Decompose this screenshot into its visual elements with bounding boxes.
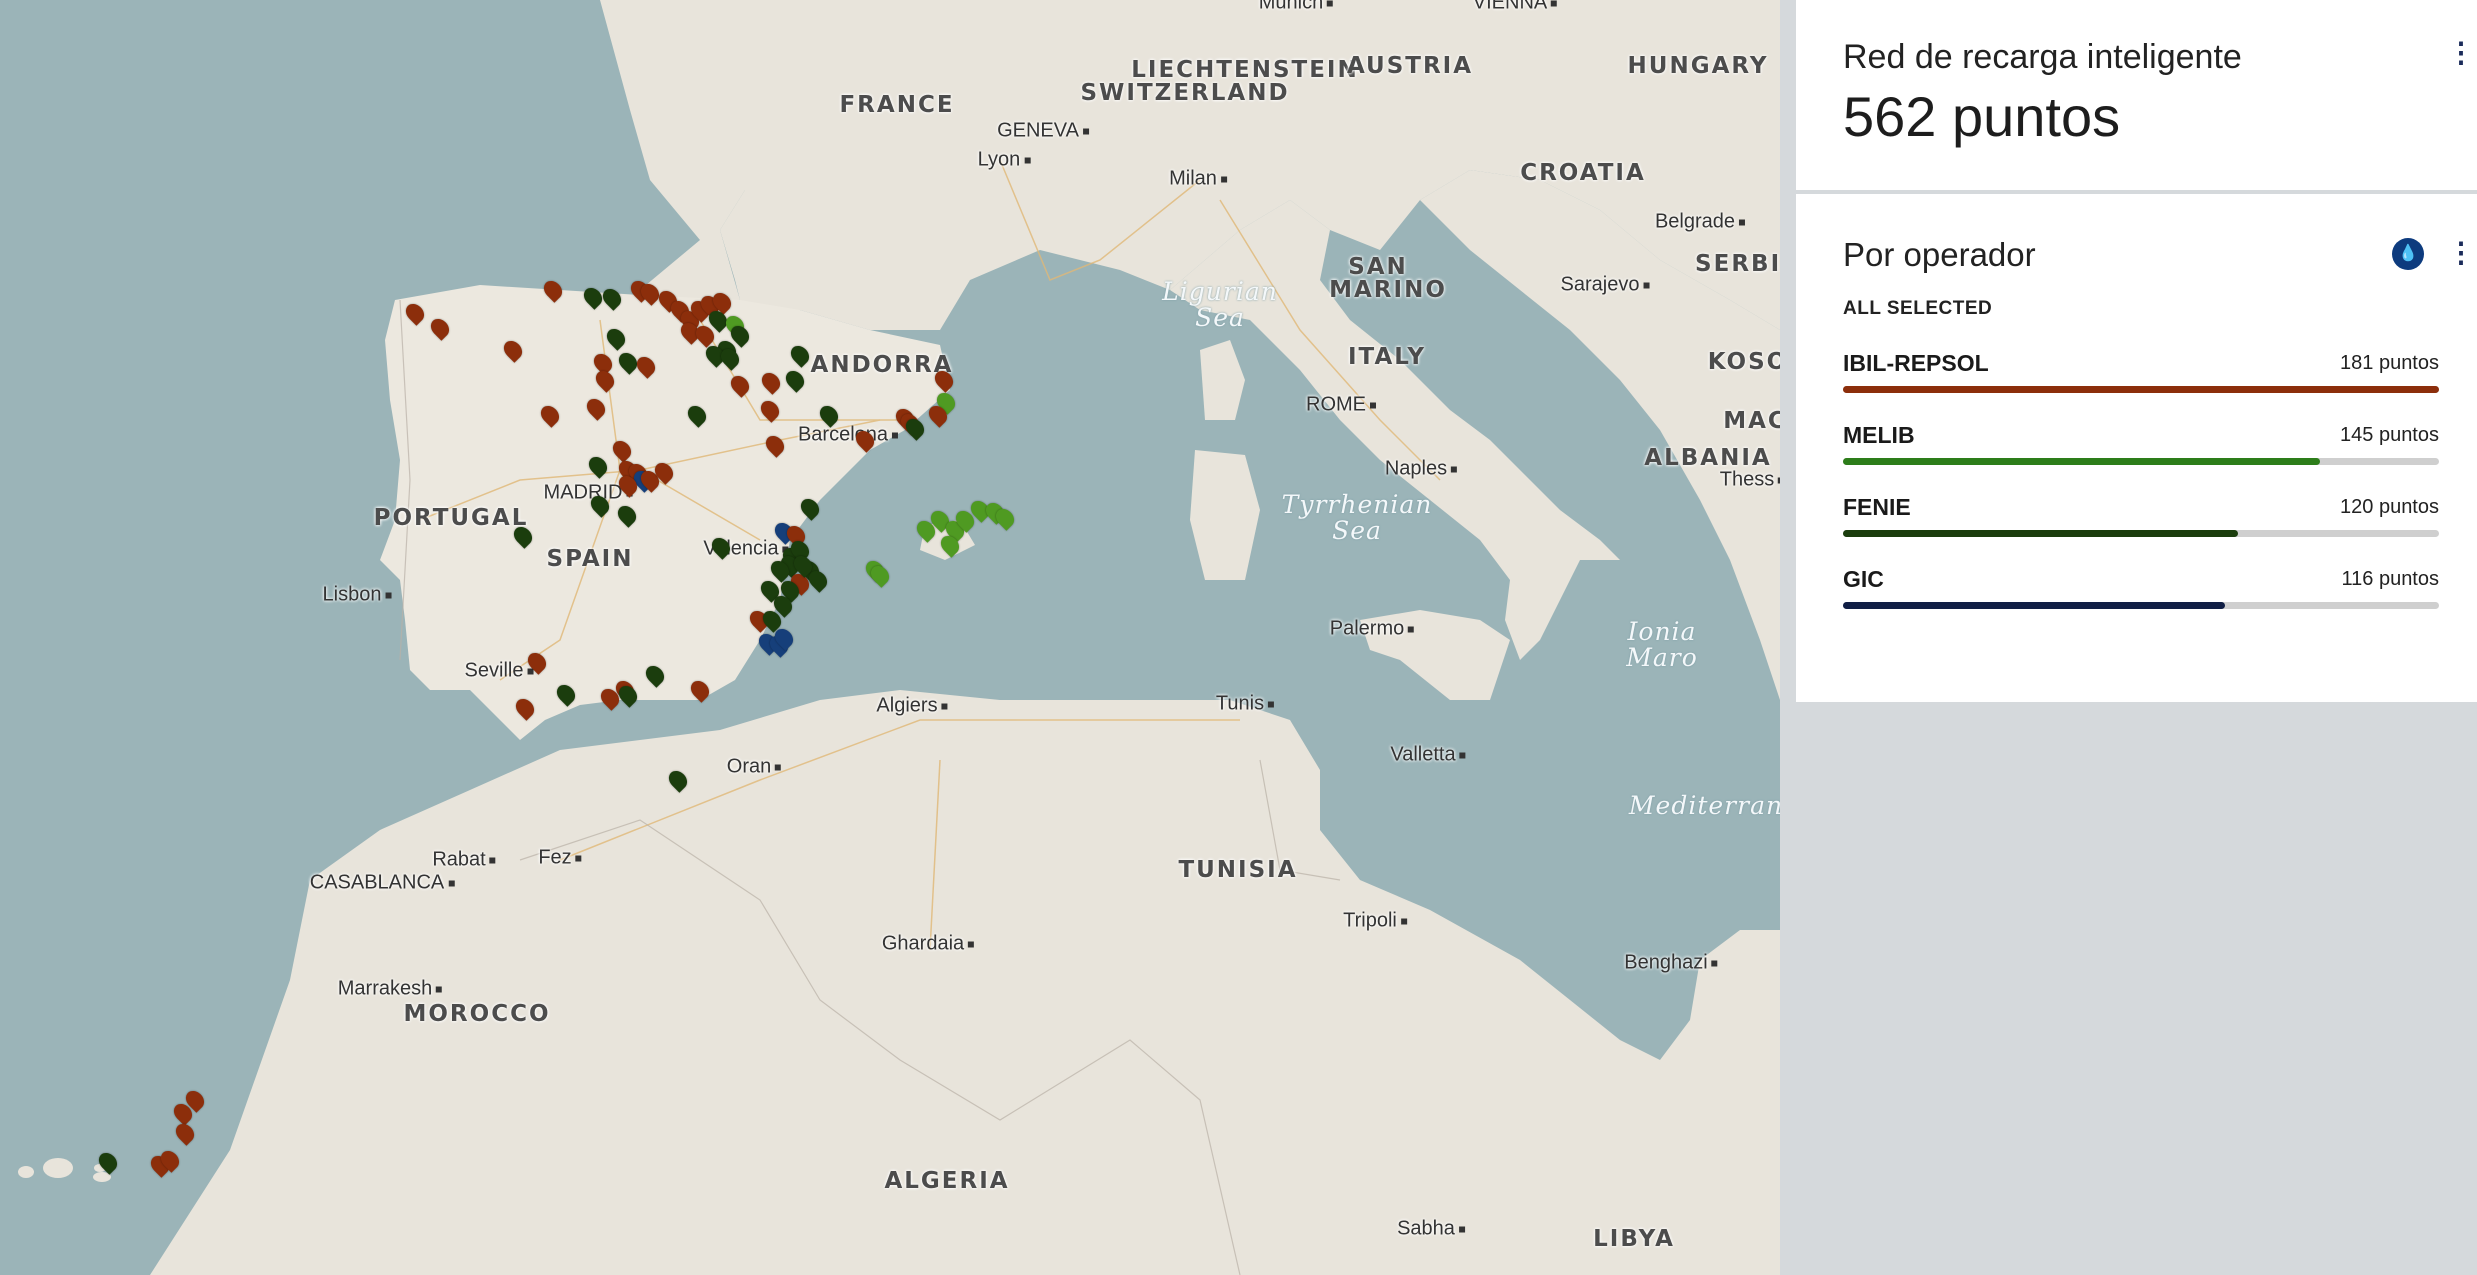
city-label: Sarajevo xyxy=(1561,274,1650,297)
country-label: CROATIA xyxy=(1520,160,1646,186)
operator-row[interactable]: IBIL-REPSOL 181 puntos xyxy=(1843,350,2439,400)
operator-bar-fill xyxy=(1843,602,2225,609)
city-label: Sabha xyxy=(1397,1218,1465,1241)
city-label: Lisbon xyxy=(323,584,392,607)
operator-count: 145 puntos xyxy=(2340,424,2439,446)
country-label: LIBYA xyxy=(1593,1226,1675,1252)
city-label: Palermo xyxy=(1330,618,1414,641)
operator-name: IBIL-REPSOL xyxy=(1843,350,1989,376)
sea-label: Ligurian Sea xyxy=(1162,279,1278,331)
city-label: Lyon xyxy=(978,149,1031,172)
operator-row[interactable]: MELIB 145 puntos xyxy=(1843,422,2439,472)
city-label: Oran xyxy=(727,756,781,779)
filter-state: ALL SELECTED xyxy=(1843,298,1993,319)
city-label: Munich xyxy=(1259,0,1333,15)
operator-bar-track xyxy=(1843,458,2439,465)
operator-count: 181 puntos xyxy=(2340,352,2439,374)
sea-label-line1: Ionia xyxy=(1627,617,1697,646)
sea-label: Ionia Maro xyxy=(1626,619,1698,671)
city-label: Ghardaia xyxy=(882,933,974,956)
operator-name: GIC xyxy=(1843,566,1884,592)
country-label: ALBANIA xyxy=(1644,445,1772,471)
country-label: SERBIA xyxy=(1695,251,1780,277)
total-value: 562 puntos xyxy=(1843,85,2121,148)
city-label: Milan xyxy=(1169,168,1227,191)
sea-label-line2: Sea xyxy=(1332,516,1382,545)
city-label: Fez xyxy=(538,847,581,870)
city-label: Barcelona xyxy=(798,424,898,447)
kebab-menu-icon[interactable]: ⋮ xyxy=(2447,38,2475,68)
country-label: MOROCCO xyxy=(403,1001,551,1027)
operator-count: 120 puntos xyxy=(2340,496,2439,518)
total-title: Red de recarga inteligente xyxy=(1843,38,2242,76)
city-label: Rabat xyxy=(432,849,495,872)
operator-bar-fill xyxy=(1843,530,2239,537)
operator-title: Por operador xyxy=(1843,236,2036,273)
city-label: Belgrade xyxy=(1655,211,1745,234)
operator-bar-track xyxy=(1843,602,2439,609)
map-basemap xyxy=(0,0,1780,1275)
operator-count: 116 puntos xyxy=(2341,568,2440,590)
country-label: SPAIN xyxy=(546,546,634,572)
total-card: Red de recarga inteligente 562 puntos ⋮ xyxy=(1796,0,2477,194)
city-label: Tripoli xyxy=(1343,910,1407,933)
sea-label: Mediterran xyxy=(1629,793,1780,819)
operator-row[interactable]: GIC 116 puntos xyxy=(1843,566,2439,616)
sea-label-line2: Sea xyxy=(1195,303,1245,332)
drop-icon[interactable]: 💧 xyxy=(2392,238,2424,270)
operator-bar-fill xyxy=(1843,458,2321,465)
sea-label-line1: Mediterran xyxy=(1628,791,1780,820)
country-label: MARINO xyxy=(1329,277,1447,303)
operator-bar-track xyxy=(1843,530,2439,537)
city-label: CASABLANCA xyxy=(310,872,455,895)
country-label: HUNGARY xyxy=(1627,53,1769,79)
city-label: GENEVA xyxy=(997,120,1089,143)
map[interactable]: FRANCE LIECHTENSTEIN AUSTRIA HUNGARY SWITZER… xyxy=(0,0,1780,1275)
city-label: Thess xyxy=(1720,469,1780,492)
sea-label: Tyrrhenian Sea xyxy=(1282,492,1433,544)
country-label: ITALY xyxy=(1348,344,1426,370)
operator-bar-fill xyxy=(1843,386,2439,393)
side-panel: Red de recarga inteligente 562 puntos ⋮ … xyxy=(1796,0,2477,1275)
city-label: Tunis xyxy=(1216,693,1274,716)
country-label: SWITZERLAND xyxy=(1080,80,1290,106)
city-label: Benghazi xyxy=(1624,952,1717,975)
country-label: PORTUGAL xyxy=(373,505,529,531)
country-label: MAC xyxy=(1723,408,1780,434)
operator-card: Por operador 💧 ⋮ ALL SELECTED IBIL-REPSO… xyxy=(1796,194,2477,702)
operator-row[interactable]: FENIE 120 puntos xyxy=(1843,494,2439,544)
sea-label-line1: Ligurian xyxy=(1162,277,1278,306)
country-label: ALGERIA xyxy=(884,1168,1010,1194)
sea-label-line2: Maro xyxy=(1626,643,1698,672)
city-label: Valletta xyxy=(1390,744,1465,767)
country-label: ANDORRA xyxy=(810,352,954,378)
city-label: Algiers xyxy=(876,695,947,718)
operator-name: FENIE xyxy=(1843,494,1911,520)
country-label: AUSTRIA xyxy=(1346,53,1474,79)
city-label: Seville xyxy=(465,660,534,683)
operator-bar-track xyxy=(1843,386,2439,393)
city-label: Marrakesh xyxy=(338,978,442,1001)
country-label: FRANCE xyxy=(839,92,955,118)
city-label: ROME xyxy=(1306,394,1376,417)
sea-label-line1: Tyrrhenian xyxy=(1281,490,1433,519)
country-label: KOSO xyxy=(1707,349,1780,375)
country-label: TUNISIA xyxy=(1178,857,1298,883)
city-label: Naples xyxy=(1385,458,1457,481)
kebab-menu-icon[interactable]: ⋮ xyxy=(2447,238,2475,268)
city-label: VIENNA xyxy=(1473,0,1557,15)
operator-name: MELIB xyxy=(1843,422,1915,448)
